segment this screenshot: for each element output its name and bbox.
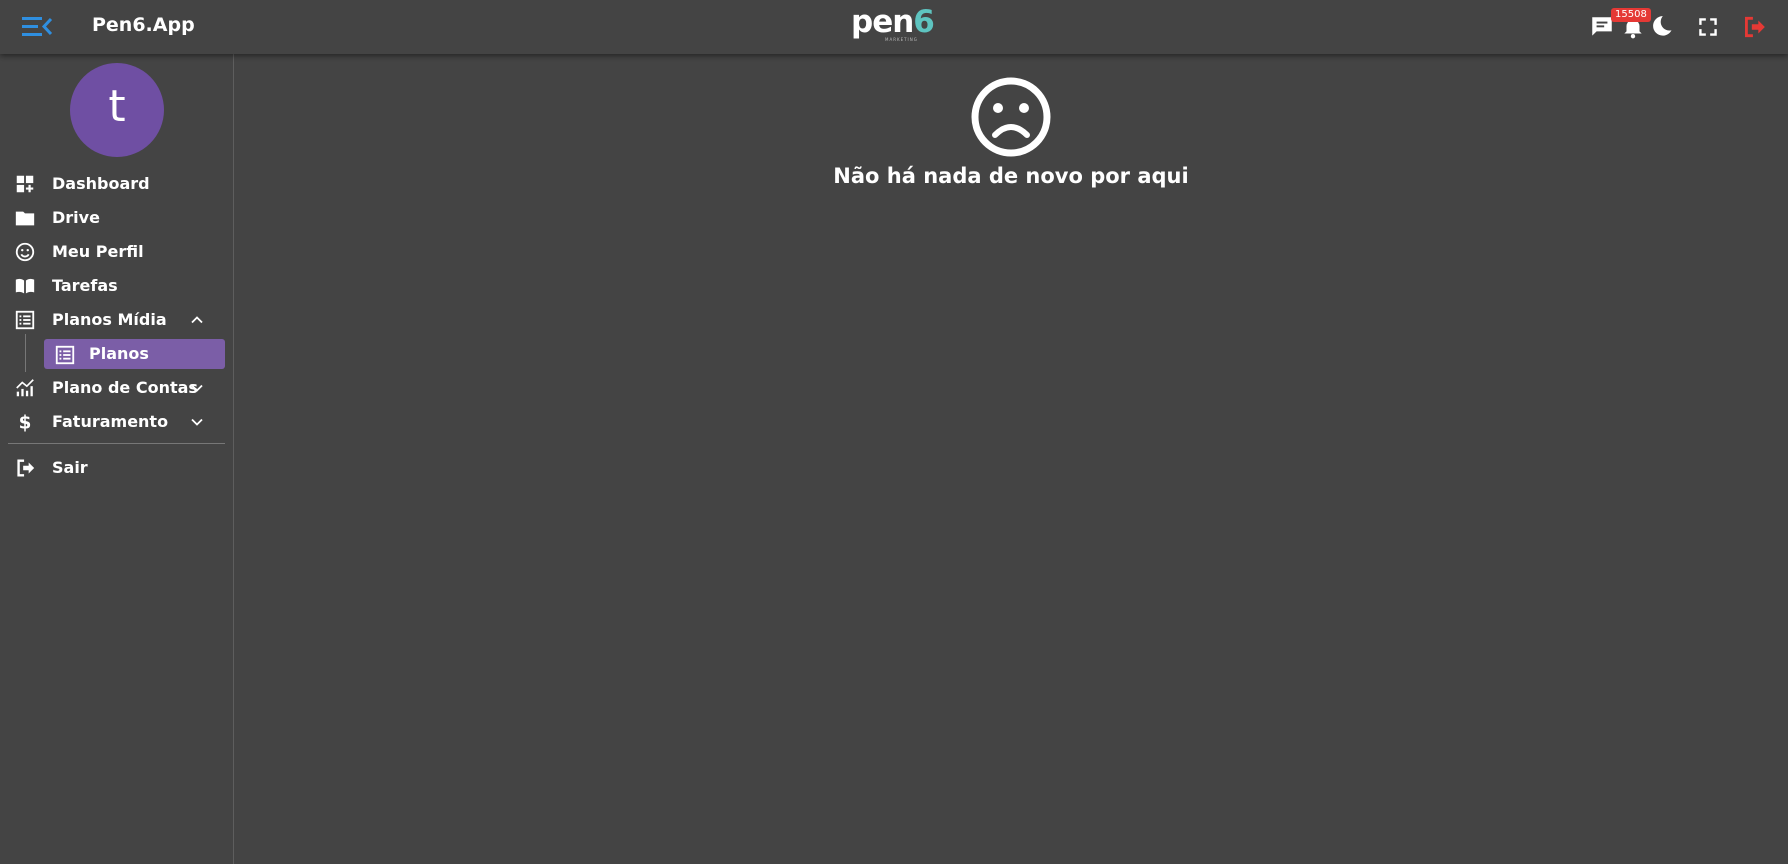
- chevron-up-icon: [191, 316, 203, 324]
- sidebar-item-label: Plano de Contas: [52, 378, 198, 397]
- sidebar-item-drive[interactable]: Drive: [0, 201, 233, 233]
- sidebar-item-dashboard[interactable]: Dashboard: [0, 167, 233, 199]
- chevron-down-icon: [191, 384, 203, 392]
- logout-icon: [17, 459, 35, 477]
- empty-state-message: Não há nada de novo por aqui: [833, 164, 1189, 188]
- dollar-icon: $: [19, 412, 32, 433]
- sidebar-item-label: Sair: [52, 458, 88, 477]
- sidebar-item-planos-midia[interactable]: Planos Mídia: [0, 303, 233, 335]
- sidebar-item-faturamento[interactable]: $ Faturamento: [0, 405, 233, 437]
- sidebar-item-label: Dashboard: [52, 174, 150, 193]
- sidebar-divider: [8, 443, 225, 444]
- chevron-down-icon: [191, 418, 203, 426]
- submenu-connector: [25, 334, 26, 372]
- sidebar-item-sair[interactable]: Sair: [0, 451, 233, 483]
- smiley-icon: [15, 242, 35, 262]
- sidebar-subitem-planos[interactable]: Planos: [44, 339, 225, 369]
- sidebar-item-label: Drive: [52, 208, 100, 227]
- svg-text:$: $: [19, 412, 32, 433]
- app-title[interactable]: Pen6.App: [92, 14, 195, 36]
- sidebar-item-label: Tarefas: [52, 276, 118, 295]
- folder-icon: [15, 211, 35, 226]
- fullscreen-icon[interactable]: [1695, 14, 1721, 40]
- notification-badge: 15508: [1611, 8, 1651, 22]
- dashboard-icon: [16, 175, 34, 193]
- logo-subtext: MARKETING: [885, 37, 918, 42]
- sidebar-item-plano-de-contas[interactable]: Plano de Contas: [0, 371, 233, 403]
- book-icon: [15, 278, 35, 294]
- top-bar: Pen6.App pen6 MARKETING 15508: [0, 0, 1788, 54]
- theme-icon[interactable]: [1652, 14, 1678, 40]
- avatar[interactable]: t: [70, 63, 164, 157]
- list-icon: [15, 310, 35, 330]
- sidebar-item-label: Meu Perfil: [52, 242, 144, 261]
- menu-toggle-icon[interactable]: [20, 13, 54, 41]
- chart-icon: [16, 379, 34, 397]
- sidebar-item-meu-perfil[interactable]: Meu Perfil: [0, 235, 233, 267]
- sidebar-item-label: Faturamento: [52, 412, 169, 431]
- sidebar-item-label: Planos Mídia: [52, 310, 167, 329]
- sad-face-icon: [971, 77, 1051, 157]
- list-icon: [55, 345, 75, 365]
- sidebar-item-tarefas[interactable]: Tarefas: [0, 269, 233, 301]
- pen6-logo[interactable]: pen6 MARKETING: [851, 4, 935, 46]
- sidebar: t Dashboard Drive Meu Perfil Tarefas Pla…: [0, 54, 234, 864]
- sidebar-subitem-label: Planos: [89, 344, 149, 363]
- logo-wordmark: pen6: [851, 4, 935, 40]
- logout-icon[interactable]: [1741, 14, 1767, 40]
